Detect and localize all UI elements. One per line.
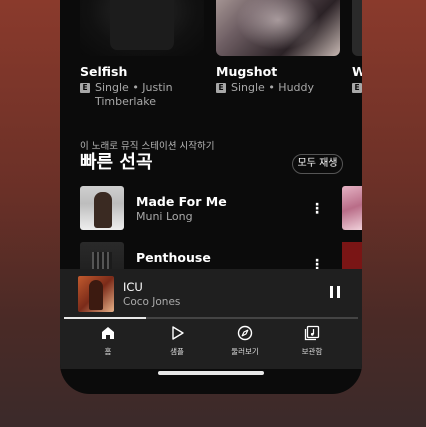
album-cover	[80, 0, 204, 56]
album-cover	[216, 0, 340, 56]
album-meta: E Single • Huddy	[216, 81, 340, 95]
song-thumbnail-partial[interactable]	[342, 186, 362, 230]
section-title: 빠른 선곡	[80, 152, 153, 173]
library-icon	[304, 325, 320, 341]
album-meta-line: Timberlake	[95, 95, 156, 108]
play-all-button[interactable]: 모두 재생	[292, 154, 343, 174]
app-screen: Selfish E Single • Justin Timberlake Mug…	[60, 0, 362, 394]
album-title: Mugshot	[216, 64, 278, 79]
song-row[interactable]: Made For Me Muni Long ⋮	[80, 186, 350, 232]
album-meta-text: Single • Justin Timberlake	[95, 81, 173, 109]
now-playing-cover	[78, 276, 114, 312]
album-title: W	[352, 64, 362, 79]
home-indicator[interactable]	[158, 371, 264, 375]
album-meta: E Single • Justin Timberlake	[80, 81, 204, 109]
explicit-badge: E	[80, 83, 90, 93]
now-playing-artist: Coco Jones	[123, 296, 181, 308]
album-card-partial[interactable]: W E	[352, 0, 362, 93]
song-title: Made For Me	[136, 194, 227, 209]
album-card-mugshot[interactable]: Mugshot E Single • Huddy	[216, 0, 340, 95]
more-options-icon[interactable]: ⋮	[310, 200, 324, 218]
album-carousel: Selfish E Single • Justin Timberlake Mug…	[80, 0, 362, 110]
nav-item-explore[interactable]: 둘러보기	[215, 325, 275, 357]
now-playing-title: ICU	[123, 280, 143, 294]
nav-label: 샘플	[170, 347, 184, 356]
song-thumbnail-partial[interactable]	[342, 242, 362, 272]
album-meta-text: Single • Huddy	[231, 81, 315, 94]
album-cover	[352, 0, 362, 56]
explicit-badge: E	[216, 83, 226, 93]
nav-label: 보관함	[301, 347, 323, 356]
pause-icon[interactable]	[330, 286, 342, 300]
home-icon	[102, 327, 114, 339]
album-meta-line: Single • Justin	[95, 81, 173, 94]
nav-label: 홈	[104, 347, 112, 356]
nav-item-library[interactable]: 보관함	[282, 325, 342, 357]
song-thumbnail	[80, 186, 124, 230]
nav-label: 둘러보기	[231, 347, 259, 356]
song-title: Penthouse	[136, 250, 211, 265]
explicit-badge: E	[352, 83, 362, 93]
explore-icon	[237, 325, 253, 341]
album-card-selfish[interactable]: Selfish E Single • Justin Timberlake	[80, 0, 204, 109]
nav-item-home[interactable]: 홈	[78, 325, 138, 357]
album-title: Selfish	[80, 64, 128, 79]
mini-player[interactable]: ICU Coco Jones	[60, 269, 362, 319]
song-artist: Muni Long	[136, 210, 193, 223]
album-meta: E	[352, 81, 362, 93]
bottom-navigation: 홈 샘플 둘러보기 보관함	[60, 319, 362, 369]
nav-item-samples[interactable]: 샘플	[147, 325, 207, 357]
samples-icon	[172, 326, 184, 340]
